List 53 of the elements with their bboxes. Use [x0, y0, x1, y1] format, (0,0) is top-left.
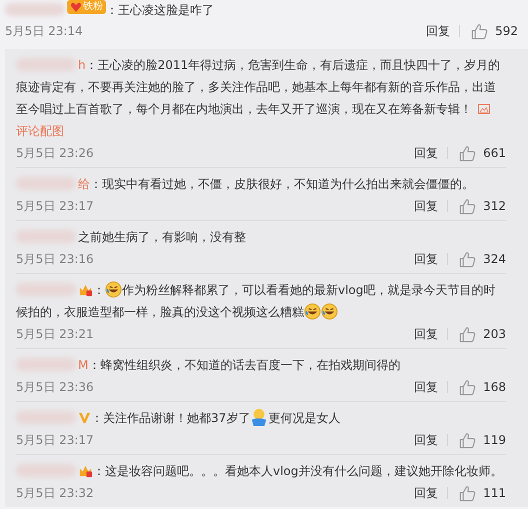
- comment-text: ：现实中有看过她，不僵，皮肤很好，不知道为什么拍出来就会僵僵的。: [90, 177, 474, 191]
- fan-badge: 铁粉: [67, 0, 106, 14]
- comment-text: 痕迹肯定有，不要再关注她的脸了，多关注作品吧，她基本上每年都有新的音乐作品，出道: [16, 80, 496, 94]
- like-button[interactable]: 119: [448, 432, 506, 448]
- image-icon[interactable]: [478, 104, 490, 114]
- like-button[interactable]: 111: [448, 484, 506, 502]
- reply-link[interactable]: 回复: [426, 25, 460, 37]
- comment-text: 作为粉丝解释都累了，可以看看她的最新vlog吧，就是录今天节目的时: [122, 283, 496, 297]
- reply-link[interactable]: 回复: [414, 487, 448, 499]
- timestamp: 5月5日 23:17: [16, 432, 94, 448]
- verified-icon: [78, 411, 91, 424]
- reply-link[interactable]: 回复: [414, 328, 448, 340]
- like-button[interactable]: 312: [448, 198, 506, 214]
- thumbs-up-icon: [459, 250, 476, 268]
- reply-link[interactable]: 回复: [414, 200, 448, 212]
- timestamp: 5月5日 23:16: [16, 250, 94, 268]
- comment-text: 至今唱过上百首歌了，每个月都在内地演出，去年又开了巡演，现在又在筹备新专辑！: [16, 102, 472, 116]
- reply-link[interactable]: 回复: [414, 381, 448, 393]
- reply-link[interactable]: 回复: [414, 253, 448, 265]
- comment-text: ：关注作品谢谢！她都37岁了: [91, 411, 250, 425]
- comment-text: 之前她生病了，有影响，没有整: [78, 230, 246, 244]
- thumbs-up-icon: [459, 432, 476, 448]
- reply-link[interactable]: 回复: [414, 147, 448, 159]
- thumbs-up-icon: [459, 484, 476, 502]
- laughing-emoji-icon: [321, 303, 338, 320]
- timestamp: 5月5日 23:32: [16, 484, 94, 502]
- reply-link[interactable]: 回复: [414, 434, 448, 446]
- thumbs-up-icon: [471, 22, 488, 40]
- like-button[interactable]: 592: [460, 22, 518, 40]
- comment-text: ：王心凌的脸2011年得过病，危害到生命，有后遗症，而且快四十了，岁月的: [86, 58, 500, 72]
- like-button[interactable]: 324: [448, 250, 506, 268]
- comment-text: ：: [93, 283, 105, 297]
- like-button[interactable]: 661: [448, 144, 506, 162]
- comment-text: ：王心凌这脸是咋了: [106, 3, 214, 17]
- timestamp: 5月5日 23:21: [16, 326, 94, 342]
- laughing-emoji-icon: [105, 281, 122, 298]
- shrug-emoji-icon: [250, 408, 268, 426]
- blurred-username: [5, 3, 65, 16]
- comment-text: ：这是妆容问题吧。。。看她本人vlog并没有什么问题，建议她开除化妆师。: [93, 464, 502, 478]
- thumbs-up-icon: [459, 378, 476, 396]
- thumbs-up-icon: [459, 198, 476, 214]
- like-button[interactable]: 168: [448, 378, 506, 396]
- timestamp: 5月5日 23:26: [16, 144, 94, 162]
- comment-text: 更何况是女人: [268, 411, 340, 425]
- comment-text: 候拍的，衣服造型都一样，脸真的没这个视频这么糟糕: [16, 305, 304, 319]
- timestamp: 5月5日 23:14: [5, 22, 83, 40]
- laughing-emoji-icon: [304, 303, 321, 320]
- thumbs-up-icon: [459, 326, 476, 342]
- like-button[interactable]: 203: [448, 326, 506, 342]
- timestamp: 5月5日 23:36: [16, 378, 94, 396]
- comment-text: ：蜂窝性组织炎，不知道的话去百度一下，在拍戏期间得的: [88, 358, 400, 372]
- timestamp: 5月5日 23:17: [16, 198, 94, 214]
- thumbs-up-icon: [459, 144, 476, 162]
